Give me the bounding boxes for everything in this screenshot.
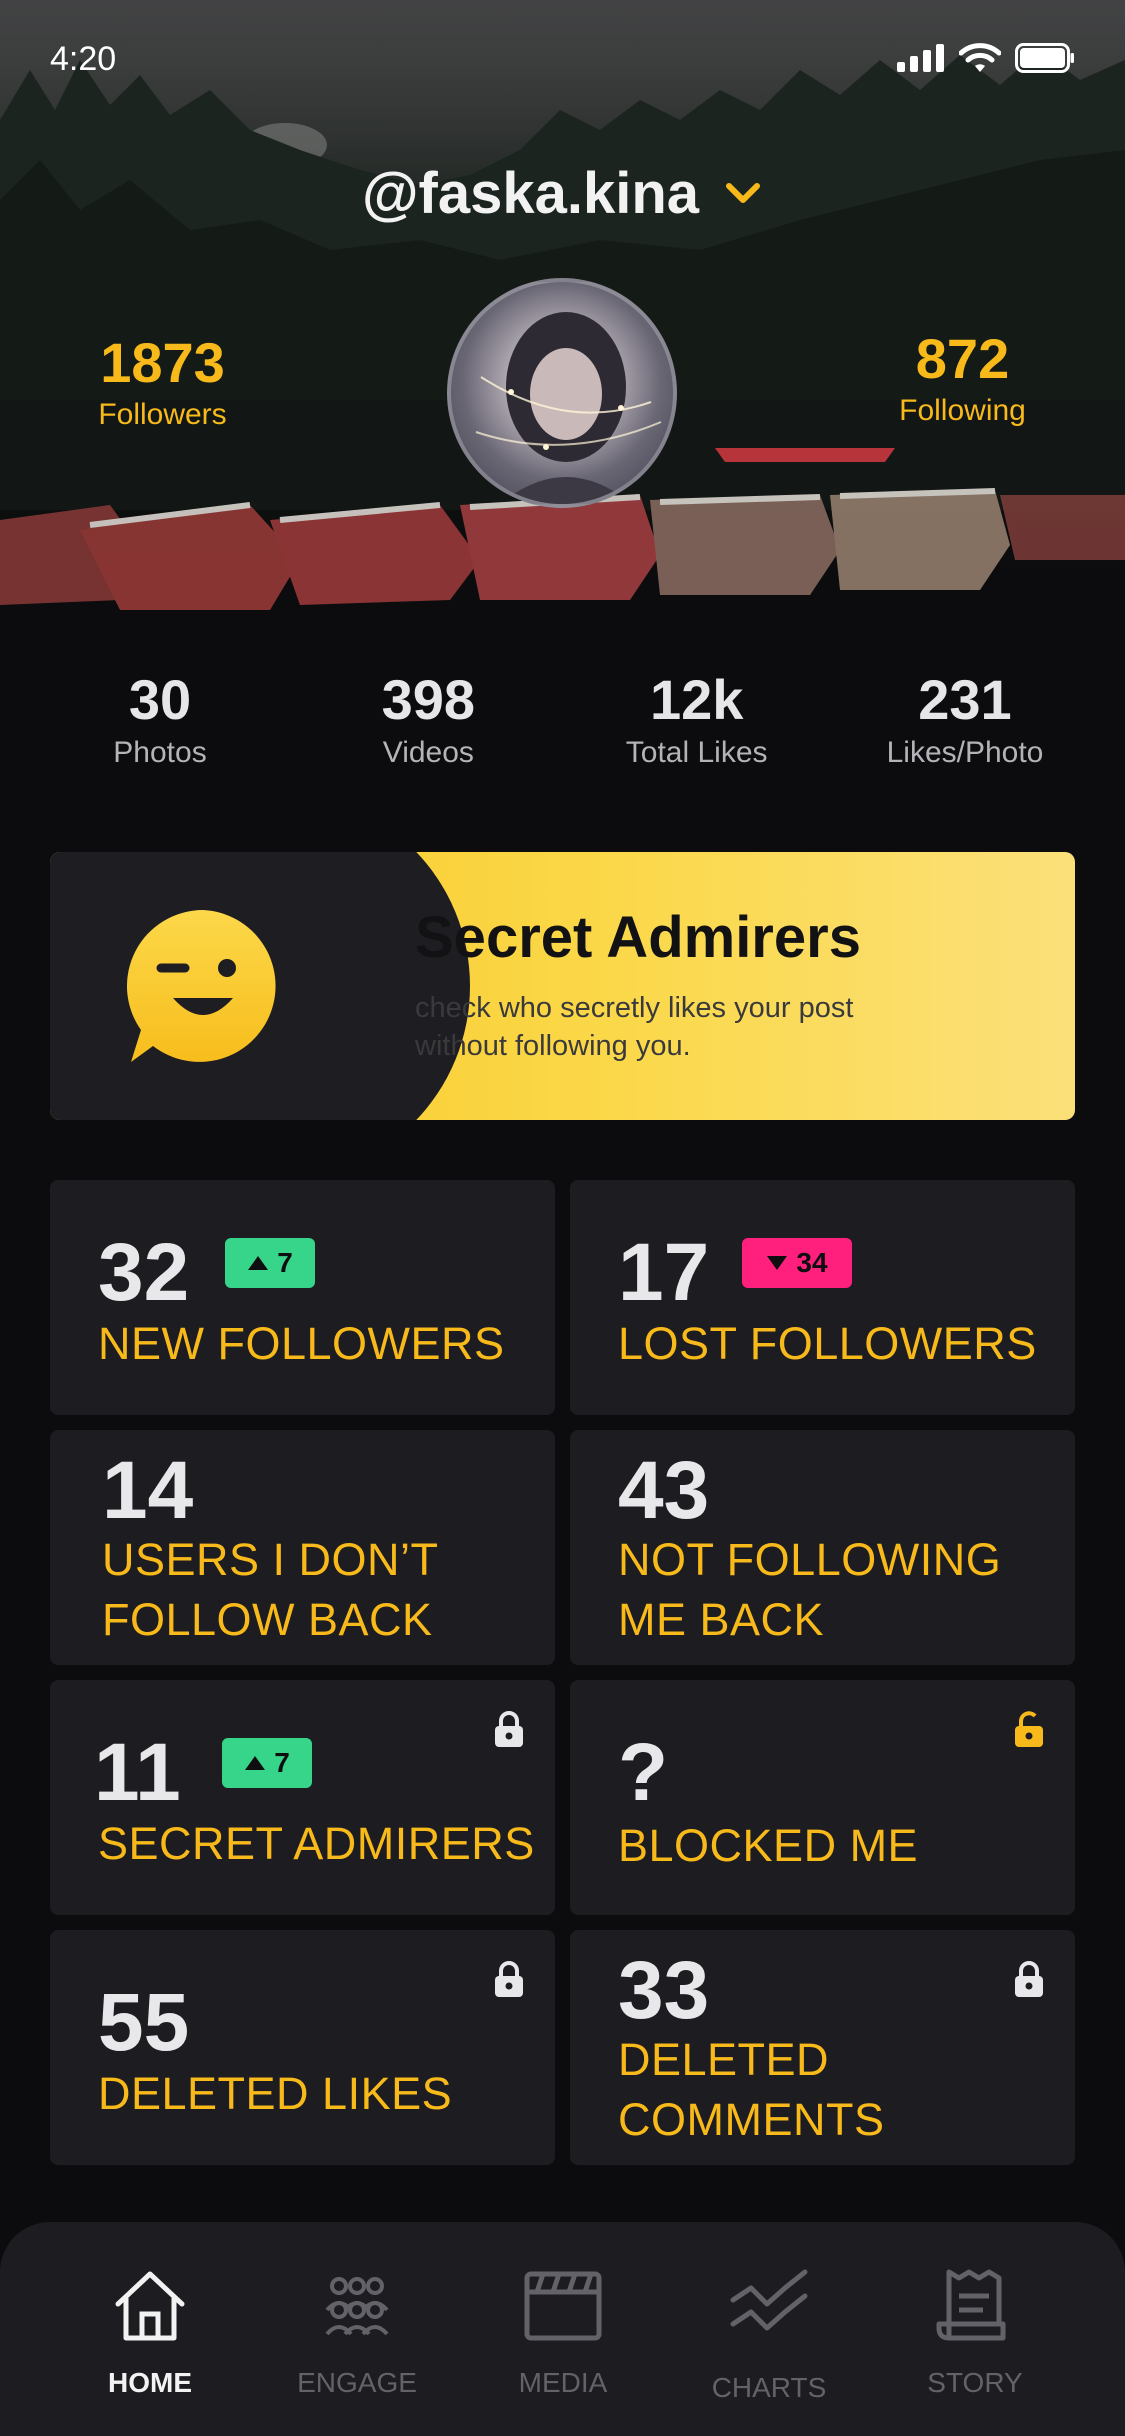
secret-admirers-banner[interactable]: Secret Admirers check who secretly likes… <box>50 852 1075 1120</box>
following-label: Following <box>899 393 1026 427</box>
receipt-scroll-icon <box>936 2269 1006 2341</box>
tile-users-i-dont-follow-back[interactable]: 14 USERS I DON’T FOLLOW BACK <box>50 1430 555 1665</box>
tile-deleted-comments[interactable]: 33 DELETED COMMENTS <box>570 1930 1075 2165</box>
banner-description: check who secretly likes your post witho… <box>415 990 975 1065</box>
battery-icon <box>1015 43 1074 73</box>
count-value: 398 <box>381 668 476 731</box>
tile-not-following-me-back[interactable]: 43 NOT FOLLOWING ME BACK <box>570 1430 1075 1665</box>
following-count: 872 <box>915 327 1010 390</box>
profile-counts: 30 Photos 398 Videos 12k Total Likes 231… <box>50 668 1075 770</box>
tile-label: SECRET ADMIRERS <box>98 1818 535 1869</box>
triangle-down-icon <box>767 1256 788 1270</box>
line-chart-icon <box>730 2269 808 2331</box>
tile-value: 33 <box>618 1945 710 2036</box>
nav-engage[interactable]: ENGAGE <box>267 2222 447 2436</box>
followers-count: 1873 <box>100 331 225 394</box>
banner-desc-line: check who secretly likes your post <box>415 992 854 1024</box>
lock-icon <box>495 1711 523 1747</box>
avatar-photo <box>475 312 662 504</box>
followers-stat[interactable]: 1873 Followers <box>80 332 245 432</box>
nav-label: HOME <box>108 2367 192 2398</box>
wink-face-icon <box>126 910 276 1062</box>
triangle-up-icon <box>248 1256 269 1270</box>
tile-label: DELETED LIKES <box>98 2068 453 2119</box>
count-value: 231 <box>918 668 1012 731</box>
count-value: 12k <box>649 668 744 731</box>
status-icons <box>897 42 1075 74</box>
home-icon <box>115 2271 185 2341</box>
tile-value: ? <box>618 1727 669 1818</box>
clapperboard-icon <box>524 2271 602 2341</box>
photos-count[interactable]: 30 Photos <box>50 668 270 770</box>
tile-label-line: COMMENTS <box>618 2094 885 2145</box>
nav-charts[interactable]: CHARTS <box>679 2222 859 2436</box>
tile-label: NOT FOLLOWING ME BACK <box>618 1530 1001 1650</box>
tile-value: 55 <box>98 1977 190 2068</box>
tile-label-line: FOLLOW BACK <box>102 1594 433 1645</box>
badge-value: 7 <box>274 1747 290 1778</box>
nav-label: STORY <box>927 2367 1023 2398</box>
bottom-navigation: HOME ENGAGE MEDIA CHARTS STORY <box>0 2222 1125 2436</box>
banner-desc-line: without following you. <box>415 1029 691 1062</box>
tile-label-line: ME BACK <box>618 1594 825 1645</box>
tile-label-line: DELETED <box>618 2034 830 2085</box>
count-label: Videos <box>382 736 474 770</box>
tile-label: LOST FOLLOWERS <box>618 1318 1037 1369</box>
nav-label: CHARTS <box>711 2372 827 2403</box>
trend-up-badge: 7 <box>222 1738 312 1788</box>
lock-icon <box>1015 1961 1043 1997</box>
followers-label: Followers <box>98 397 227 431</box>
account-switcher[interactable]: @faska.kina <box>0 160 1125 227</box>
status-time: 4:20 <box>50 40 117 78</box>
tile-label-line: NOT FOLLOWING <box>618 1534 1002 1585</box>
tile-value: 32 <box>98 1227 190 1318</box>
tile-deleted-likes[interactable]: 55 DELETED LIKES <box>50 1930 555 2165</box>
count-label: Photos <box>113 736 207 770</box>
username: @faska.kina <box>361 161 700 226</box>
tile-label: NEW FOLLOWERS <box>98 1318 505 1369</box>
lock-icon <box>495 1961 523 1997</box>
nav-home[interactable]: HOME <box>60 2222 240 2436</box>
tile-label-line: USERS I DON’T <box>102 1534 439 1585</box>
tile-lost-followers[interactable]: 17 34 LOST FOLLOWERS <box>570 1180 1075 1415</box>
nav-label: MEDIA <box>518 2367 608 2398</box>
triangle-up-icon <box>245 1756 266 1770</box>
tile-value: 14 <box>102 1445 194 1536</box>
tile-label: USERS I DON’T FOLLOW BACK <box>102 1530 439 1650</box>
badge-value: 34 <box>796 1247 828 1278</box>
wifi-icon <box>959 43 1001 72</box>
tile-value: 43 <box>618 1445 710 1536</box>
tile-blocked-me[interactable]: ? BLOCKED ME <box>570 1680 1075 1915</box>
avatar[interactable] <box>447 278 677 508</box>
badge-value: 7 <box>277 1247 293 1278</box>
users-group-icon <box>325 2277 389 2336</box>
tile-label: BLOCKED ME <box>618 1820 919 1871</box>
count-value: 30 <box>128 668 192 731</box>
banner-title: Secret Admirers <box>415 905 861 970</box>
unlock-icon <box>1015 1711 1043 1747</box>
count-label: Total Likes <box>625 736 768 770</box>
videos-count[interactable]: 398 Videos <box>318 668 538 770</box>
nav-label: ENGAGE <box>297 2367 417 2398</box>
trend-up-badge: 7 <box>225 1238 315 1288</box>
chevron-down-icon <box>726 182 761 203</box>
banner-curve <box>270 852 470 1120</box>
total-likes-count[interactable]: 12k Total Likes <box>587 668 807 770</box>
count-label: Likes/Photo <box>886 736 1044 770</box>
signal-icon <box>897 44 944 72</box>
nav-story[interactable]: STORY <box>885 2222 1065 2436</box>
tile-value: 17 <box>618 1227 710 1318</box>
tile-label: DELETED COMMENTS <box>618 2030 885 2150</box>
likes-per-photo-count[interactable]: 231 Likes/Photo <box>855 668 1075 770</box>
tile-secret-admirers[interactable]: 11 7 SECRET ADMIRERS <box>50 1680 555 1915</box>
trend-down-badge: 34 <box>742 1238 852 1288</box>
status-bar: 4:20 <box>0 0 1125 124</box>
following-stat[interactable]: 872 Following <box>880 328 1045 428</box>
tile-new-followers[interactable]: 32 7 NEW FOLLOWERS <box>50 1180 555 1415</box>
tile-value: 11 <box>94 1727 181 1818</box>
nav-media[interactable]: MEDIA <box>473 2222 653 2436</box>
